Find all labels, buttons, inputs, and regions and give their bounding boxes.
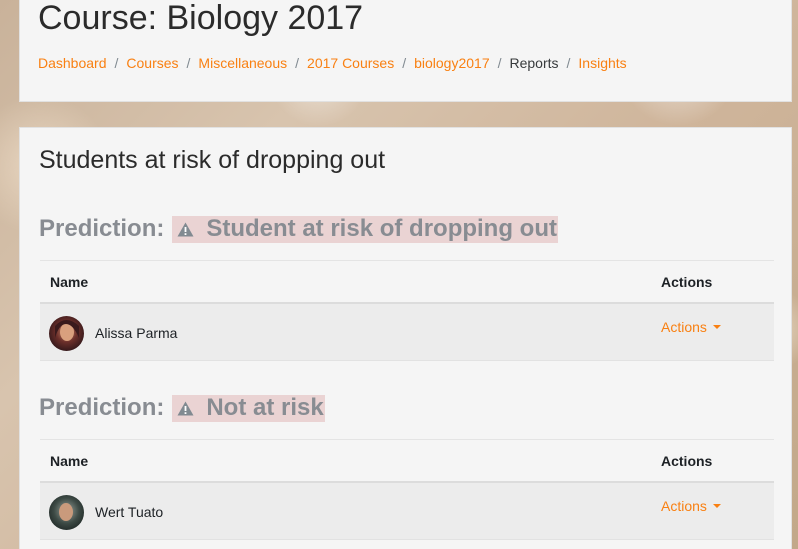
- prediction-label: Prediction:: [39, 215, 165, 242]
- prediction-heading-at-risk: Prediction: Student at risk of dropping …: [39, 215, 558, 243]
- avatar[interactable]: [49, 316, 84, 351]
- table-row: Alissa Parma Actions: [40, 304, 774, 361]
- table-header: Name Actions: [40, 260, 774, 304]
- prediction-table-not-at-risk: Name Actions Wert Tuato Actions: [40, 439, 774, 540]
- column-header-name: Name: [50, 273, 89, 290]
- prediction-heading-not-at-risk: Prediction: Not at risk: [39, 394, 325, 422]
- student-name[interactable]: Alissa Parma: [95, 325, 177, 341]
- prediction-value-text: Student at risk of dropping out: [206, 215, 557, 242]
- breadcrumb-separator: /: [566, 55, 571, 71]
- actions-label: Actions: [661, 498, 707, 514]
- breadcrumb-biology2017[interactable]: biology2017: [414, 55, 490, 71]
- breadcrumb-separator: /: [402, 55, 407, 71]
- breadcrumb-separator: /: [295, 55, 300, 71]
- prediction-label: Prediction:: [39, 394, 165, 421]
- insight-title: Students at risk of dropping out: [39, 146, 386, 174]
- prediction-value-text: Not at risk: [206, 394, 324, 421]
- avatar[interactable]: [49, 495, 84, 530]
- breadcrumb-reports: Reports: [509, 55, 559, 71]
- breadcrumb-insights[interactable]: Insights: [578, 55, 626, 71]
- student-name[interactable]: Wert Tuato: [95, 504, 163, 520]
- actions-dropdown-button[interactable]: Actions: [661, 498, 721, 514]
- caret-down-icon: [712, 325, 721, 329]
- breadcrumb-separator: /: [497, 55, 502, 71]
- column-header-name: Name: [50, 452, 89, 469]
- insights-card: Students at risk of dropping out Predict…: [19, 127, 792, 549]
- breadcrumb-2017-courses[interactable]: 2017 Courses: [307, 55, 394, 71]
- prediction-table-at-risk: Name Actions Alissa Parma Actions: [40, 260, 774, 361]
- breadcrumb-dashboard[interactable]: Dashboard: [38, 55, 107, 71]
- table-row: Wert Tuato Actions: [40, 483, 774, 540]
- column-header-actions: Actions: [661, 273, 713, 290]
- caret-down-icon: [712, 504, 721, 508]
- prediction-value: Student at risk of dropping out: [172, 215, 558, 243]
- warning-icon: [177, 401, 194, 416]
- course-header-card: Course: Biology 2017 Dashboard / Courses…: [19, 0, 792, 102]
- column-header-actions: Actions: [661, 452, 713, 469]
- actions-dropdown-button[interactable]: Actions: [661, 319, 721, 335]
- breadcrumb-separator: /: [186, 55, 191, 71]
- breadcrumb-courses[interactable]: Courses: [126, 55, 178, 71]
- breadcrumb-miscellaneous[interactable]: Miscellaneous: [198, 55, 287, 71]
- warning-icon: [177, 222, 194, 237]
- table-header: Name Actions: [40, 439, 774, 483]
- breadcrumb-separator: /: [114, 55, 119, 71]
- actions-label: Actions: [661, 319, 707, 335]
- page-title: Course: Biology 2017: [38, 0, 364, 37]
- prediction-value: Not at risk: [172, 394, 325, 422]
- breadcrumb: Dashboard / Courses / Miscellaneous / 20…: [38, 55, 627, 71]
